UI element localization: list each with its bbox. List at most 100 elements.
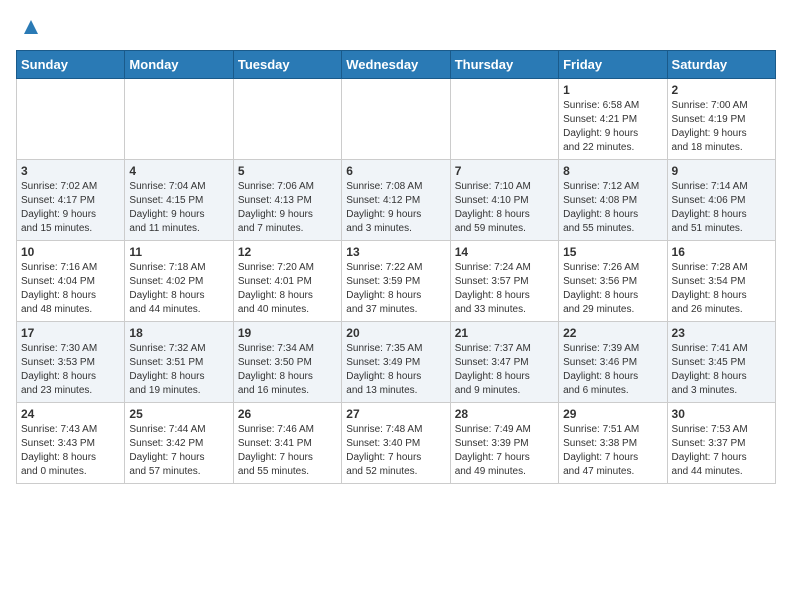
day-info: Sunrise: 7:04 AM Sunset: 4:15 PM Dayligh…: [129, 180, 228, 236]
calendar-cell: 13Sunrise: 7:22 AM Sunset: 3:59 PM Dayli…: [342, 241, 450, 322]
calendar-cell: 20 Sunrise: 7:35 AM Sunset: 3:49 PM Dayli…: [342, 322, 450, 403]
logo: [16, 16, 42, 38]
calendar-cell: 9 Sunrise: 7:14 AM Sunset: 4:06 PM Daylig…: [667, 160, 775, 241]
day-number: 20: [346, 326, 445, 340]
day-info: Sunrise: 7:51 AM Sunset: 3:38 PM Dayligh…: [563, 423, 662, 479]
day-number: 1: [563, 83, 662, 97]
calendar-week-2: 3 Sunrise: 7:02 AM Sunset: 4:17 PM Daylig…: [17, 160, 776, 241]
day-info: Sunrise: 7:22 AM Sunset: 3:59 PM Dayligh…: [346, 261, 445, 317]
day-number: 5: [238, 164, 337, 178]
day-number: 28: [455, 407, 554, 421]
day-number: 16: [672, 245, 771, 259]
day-header-saturday: Saturday: [667, 51, 775, 79]
day-info: Sunrise: 7:46 AM Sunset: 3:41 PM Dayligh…: [238, 423, 337, 479]
day-number: 8: [563, 164, 662, 178]
calendar-cell: [233, 79, 341, 160]
calendar-cell: 2 Sunrise: 7:00 AM Sunset: 4:19 PM Daylig…: [667, 79, 775, 160]
day-info: Sunrise: 7:02 AM Sunset: 4:17 PM Dayligh…: [21, 180, 120, 236]
day-number: 17: [21, 326, 120, 340]
day-info: Sunrise: 6:58 AM Sunset: 4:21 PM Dayligh…: [563, 99, 662, 155]
calendar-week-1: 1 Sunrise: 6:58 AM Sunset: 4:21 PM Daylig…: [17, 79, 776, 160]
day-info: Sunrise: 7:41 AM Sunset: 3:45 PM Dayligh…: [672, 342, 771, 398]
day-number: 18: [129, 326, 228, 340]
day-number: 27: [346, 407, 445, 421]
day-info: Sunrise: 7:35 AM Sunset: 3:49 PM Dayligh…: [346, 342, 445, 398]
calendar-cell: 14 Sunrise: 7:24 AM Sunset: 3:57 PM Dayli…: [450, 241, 558, 322]
day-info: Sunrise: 7:28 AM Sunset: 3:54 PM Dayligh…: [672, 261, 771, 317]
days-header-row: SundayMondayTuesdayWednesdayThursdayFrid…: [17, 51, 776, 79]
calendar-cell: [17, 79, 125, 160]
day-number: 7: [455, 164, 554, 178]
day-number: 19: [238, 326, 337, 340]
day-info: Sunrise: 7:18 AM Sunset: 4:02 PM Dayligh…: [129, 261, 228, 317]
day-info: Sunrise: 7:08 AM Sunset: 4:12 PM Dayligh…: [346, 180, 445, 236]
calendar-cell: 26 Sunrise: 7:46 AM Sunset: 3:41 PM Dayli…: [233, 403, 341, 484]
day-info: Sunrise: 7:34 AM Sunset: 3:50 PM Dayligh…: [238, 342, 337, 398]
day-info: Sunrise: 7:39 AM Sunset: 3:46 PM Dayligh…: [563, 342, 662, 398]
day-number: 26: [238, 407, 337, 421]
calendar-cell: 8 Sunrise: 7:12 AM Sunset: 4:08 PM Daylig…: [559, 160, 667, 241]
calendar-cell: 10 Sunrise: 7:16 AM Sunset: 4:04 PM Dayli…: [17, 241, 125, 322]
day-number: 22: [563, 326, 662, 340]
calendar-cell: 1 Sunrise: 6:58 AM Sunset: 4:21 PM Daylig…: [559, 79, 667, 160]
calendar-cell: 27 Sunrise: 7:48 AM Sunset: 3:40 PM Dayli…: [342, 403, 450, 484]
day-number: 4: [129, 164, 228, 178]
calendar-cell: 3 Sunrise: 7:02 AM Sunset: 4:17 PM Daylig…: [17, 160, 125, 241]
header: [16, 16, 776, 38]
day-header-friday: Friday: [559, 51, 667, 79]
day-info: Sunrise: 7:16 AM Sunset: 4:04 PM Dayligh…: [21, 261, 120, 317]
calendar-cell: 23 Sunrise: 7:41 AM Sunset: 3:45 PM Dayli…: [667, 322, 775, 403]
day-info: Sunrise: 7:20 AM Sunset: 4:01 PM Dayligh…: [238, 261, 337, 317]
day-number: 10: [21, 245, 120, 259]
calendar-cell: [450, 79, 558, 160]
calendar-cell: 22 Sunrise: 7:39 AM Sunset: 3:46 PM Dayli…: [559, 322, 667, 403]
calendar-cell: 24 Sunrise: 7:43 AM Sunset: 3:43 PM Dayli…: [17, 403, 125, 484]
day-header-sunday: Sunday: [17, 51, 125, 79]
day-info: Sunrise: 7:49 AM Sunset: 3:39 PM Dayligh…: [455, 423, 554, 479]
calendar-cell: 21 Sunrise: 7:37 AM Sunset: 3:47 PM Dayli…: [450, 322, 558, 403]
day-info: Sunrise: 7:44 AM Sunset: 3:42 PM Dayligh…: [129, 423, 228, 479]
calendar-cell: [342, 79, 450, 160]
day-header-monday: Monday: [125, 51, 233, 79]
calendar-cell: 29Sunrise: 7:51 AM Sunset: 3:38 PM Dayli…: [559, 403, 667, 484]
logo-icon: [20, 16, 42, 38]
day-number: 15: [563, 245, 662, 259]
day-info: Sunrise: 7:37 AM Sunset: 3:47 PM Dayligh…: [455, 342, 554, 398]
calendar-week-4: 17 Sunrise: 7:30 AM Sunset: 3:53 PM Dayli…: [17, 322, 776, 403]
day-info: Sunrise: 7:48 AM Sunset: 3:40 PM Dayligh…: [346, 423, 445, 479]
calendar-cell: 25 Sunrise: 7:44 AM Sunset: 3:42 PM Dayli…: [125, 403, 233, 484]
day-number: 2: [672, 83, 771, 97]
day-info: Sunrise: 7:06 AM Sunset: 4:13 PM Dayligh…: [238, 180, 337, 236]
day-info: Sunrise: 7:12 AM Sunset: 4:08 PM Dayligh…: [563, 180, 662, 236]
day-number: 11: [129, 245, 228, 259]
day-number: 21: [455, 326, 554, 340]
day-info: Sunrise: 7:26 AM Sunset: 3:56 PM Dayligh…: [563, 261, 662, 317]
day-header-wednesday: Wednesday: [342, 51, 450, 79]
day-number: 23: [672, 326, 771, 340]
calendar-cell: 11 Sunrise: 7:18 AM Sunset: 4:02 PM Dayli…: [125, 241, 233, 322]
day-number: 12: [238, 245, 337, 259]
day-info: Sunrise: 7:10 AM Sunset: 4:10 PM Dayligh…: [455, 180, 554, 236]
day-header-tuesday: Tuesday: [233, 51, 341, 79]
calendar-cell: 6 Sunrise: 7:08 AM Sunset: 4:12 PM Daylig…: [342, 160, 450, 241]
calendar-cell: 4 Sunrise: 7:04 AM Sunset: 4:15 PM Daylig…: [125, 160, 233, 241]
calendar-cell: 30Sunrise: 7:53 AM Sunset: 3:37 PM Dayli…: [667, 403, 775, 484]
calendar-cell: 17 Sunrise: 7:30 AM Sunset: 3:53 PM Dayli…: [17, 322, 125, 403]
day-number: 6: [346, 164, 445, 178]
day-number: 9: [672, 164, 771, 178]
calendar-cell: 18Sunrise: 7:32 AM Sunset: 3:51 PM Dayli…: [125, 322, 233, 403]
calendar-cell: 19 Sunrise: 7:34 AM Sunset: 3:50 PM Dayli…: [233, 322, 341, 403]
day-info: Sunrise: 7:30 AM Sunset: 3:53 PM Dayligh…: [21, 342, 120, 398]
day-number: 25: [129, 407, 228, 421]
calendar-cell: 7 Sunrise: 7:10 AM Sunset: 4:10 PM Daylig…: [450, 160, 558, 241]
day-number: 24: [21, 407, 120, 421]
day-number: 3: [21, 164, 120, 178]
calendar-cell: 28 Sunrise: 7:49 AM Sunset: 3:39 PM Dayli…: [450, 403, 558, 484]
day-info: Sunrise: 7:24 AM Sunset: 3:57 PM Dayligh…: [455, 261, 554, 317]
calendar-cell: 5 Sunrise: 7:06 AM Sunset: 4:13 PM Daylig…: [233, 160, 341, 241]
day-info: Sunrise: 7:43 AM Sunset: 3:43 PM Dayligh…: [21, 423, 120, 479]
day-number: 14: [455, 245, 554, 259]
day-info: Sunrise: 7:00 AM Sunset: 4:19 PM Dayligh…: [672, 99, 771, 155]
calendar-cell: [125, 79, 233, 160]
day-info: Sunrise: 7:14 AM Sunset: 4:06 PM Dayligh…: [672, 180, 771, 236]
